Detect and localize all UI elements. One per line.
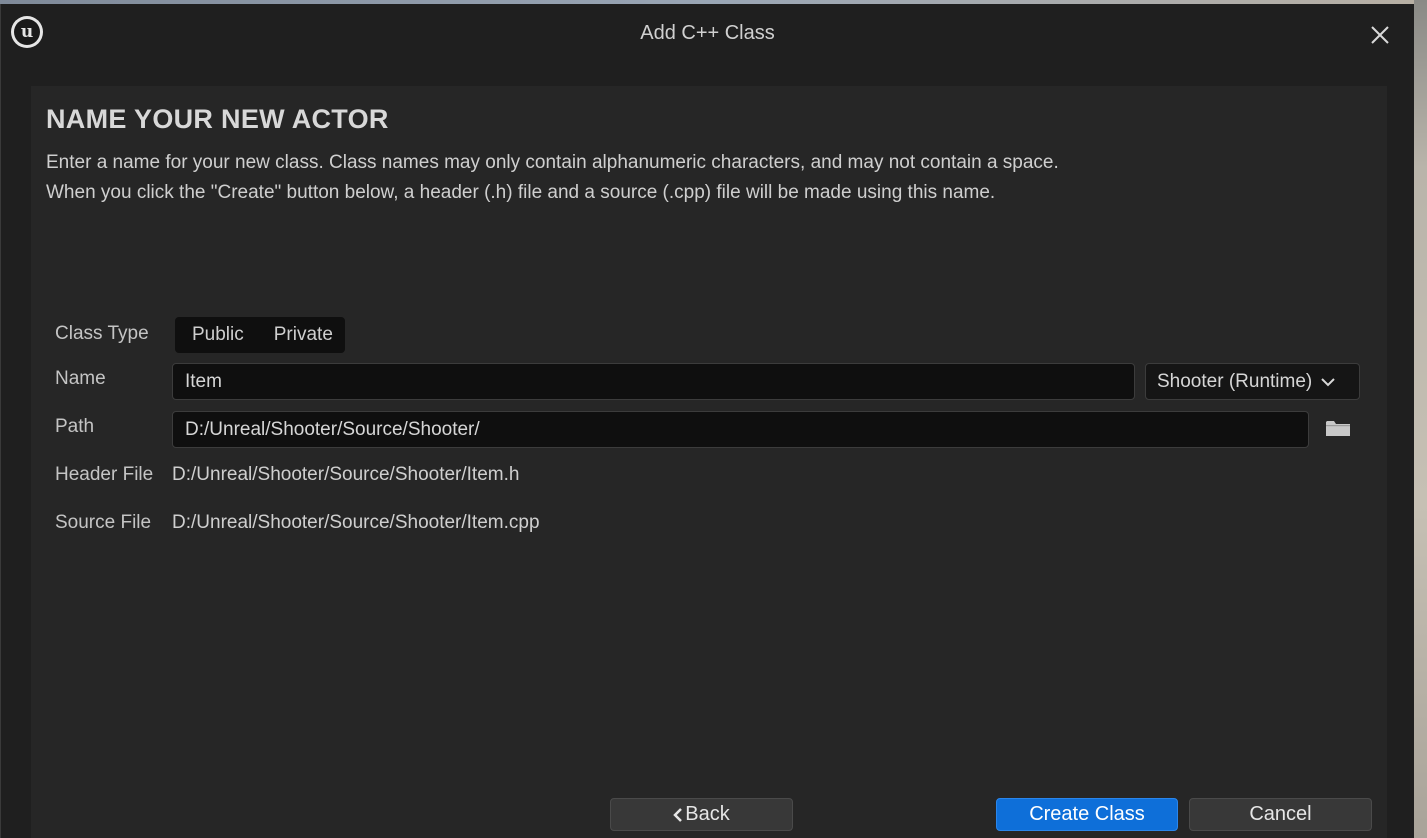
class-type-toggle: Public Private — [175, 317, 345, 353]
add-class-dialog: u Add C++ Class NAME YOUR NEW ACTOR Ente… — [0, 4, 1414, 838]
close-button[interactable] — [1365, 20, 1395, 50]
source-file-path: D:/Unreal/Shooter/Source/Shooter/Item.cp… — [172, 512, 540, 533]
chevron-left-icon — [673, 807, 683, 822]
description-line-1: Enter a name for your new class. Class n… — [46, 152, 1059, 173]
class-type-public-option[interactable]: Public — [175, 317, 255, 353]
content-panel: NAME YOUR NEW ACTOR Enter a name for you… — [31, 86, 1387, 838]
module-dropdown-value: Shooter (Runtime) — [1157, 370, 1313, 392]
class-type-private-option[interactable]: Private — [255, 317, 345, 353]
close-icon — [1371, 26, 1389, 44]
header-file-label: Header File — [55, 464, 154, 485]
cancel-button-label: Cancel — [1249, 803, 1312, 825]
path-label: Path — [55, 416, 95, 437]
path-input[interactable] — [172, 411, 1309, 448]
back-button[interactable]: Back — [610, 798, 793, 831]
dialog-title: Add C++ Class — [640, 22, 775, 44]
back-button-label: Back — [685, 803, 730, 825]
module-dropdown[interactable]: Shooter (Runtime) — [1145, 363, 1360, 400]
title-bar[interactable]: u Add C++ Class — [1, 4, 1414, 84]
header-file-path: D:/Unreal/Shooter/Source/Shooter/Item.h — [172, 464, 520, 485]
description-line-2: When you click the "Create" button below… — [46, 182, 996, 203]
name-label: Name — [55, 368, 106, 389]
browse-folder-button[interactable] — [1325, 419, 1353, 441]
chevron-down-icon — [1321, 377, 1335, 387]
desktop-background-right — [1414, 0, 1427, 838]
class-name-input[interactable] — [172, 363, 1135, 400]
folder-icon — [1326, 421, 1350, 436]
create-class-button-label: Create Class — [1029, 803, 1145, 825]
create-class-button[interactable]: Create Class — [996, 798, 1178, 831]
page-heading: NAME YOUR NEW ACTOR — [46, 104, 389, 134]
source-file-label: Source File — [55, 512, 152, 533]
cancel-button[interactable]: Cancel — [1189, 798, 1372, 831]
class-type-label: Class Type — [55, 323, 149, 344]
